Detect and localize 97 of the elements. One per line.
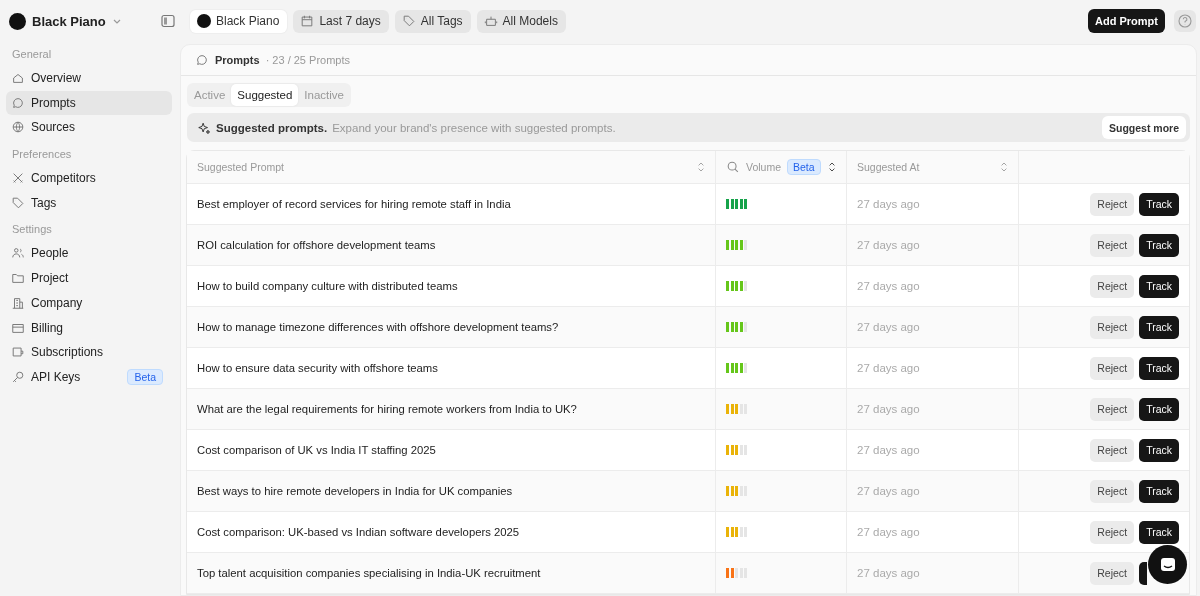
suggested-date: 27 days ago (857, 239, 920, 251)
reject-button[interactable]: Reject (1090, 315, 1135, 339)
track-button[interactable]: Track (1139, 397, 1179, 421)
track-button[interactable]: Track (1139, 479, 1179, 503)
filter-button[interactable]: Black Piano (190, 9, 288, 33)
volume-meter (726, 240, 749, 250)
prompt-text: How to build company culture with distributed teams (197, 280, 458, 292)
track-button[interactable]: Track (1139, 520, 1179, 544)
section-title: Settings (11, 222, 53, 238)
reject-button[interactable]: Reject (1090, 561, 1134, 585)
sidebar-item[interactable]: Competitors (6, 166, 172, 191)
folder-icon (11, 271, 25, 286)
section-title: Preferences (11, 147, 73, 163)
section-title: General (11, 47, 53, 62)
volume-meter (726, 486, 749, 496)
volume-meter (726, 281, 749, 291)
sidebar-item[interactable]: Sources (6, 115, 172, 140)
reject-button[interactable]: Reject (1090, 479, 1135, 503)
prompt-text: How to manage timezone differences with offshore development teams? (197, 321, 559, 333)
reject-button[interactable]: Reject (1090, 397, 1135, 421)
logo-icon (197, 14, 211, 28)
volume-meter (726, 568, 749, 578)
page-title: Prompts (215, 54, 260, 67)
suggested-date: 27 days ago (857, 362, 920, 374)
reject-button[interactable]: Reject (1090, 438, 1135, 462)
sidebar-item[interactable]: People (6, 241, 172, 266)
sidebar-item[interactable]: Company (6, 290, 172, 315)
suggested-date: 27 days ago (857, 198, 920, 210)
prompt-text: Best employer of record services for hiring remote staff in India (197, 198, 511, 210)
banner-title: Suggested prompts. (216, 121, 328, 134)
volume-meter (726, 322, 749, 332)
sidebar-item[interactable]: Subscriptions (6, 340, 172, 365)
suggested-date: 27 days ago (857, 280, 920, 292)
sidebar-item[interactable]: Billing (6, 315, 172, 340)
suggested-date: 27 days ago (857, 321, 920, 333)
prompt-text: How to ensure data security with offshore teams (197, 362, 438, 374)
track-button[interactable]: Track (1139, 438, 1179, 462)
beta-badge: Beta (127, 368, 163, 385)
workspace-name[interactable]: Black Piano (32, 13, 106, 29)
sidebar-item[interactable]: Overview (6, 66, 172, 90)
reject-button[interactable]: Reject (1090, 356, 1135, 380)
building-icon (11, 295, 25, 310)
track-button[interactable]: Track (1139, 233, 1179, 257)
reject-button[interactable]: Reject (1090, 192, 1135, 216)
track-button[interactable]: Track (1139, 315, 1179, 339)
suggest-more-button[interactable]: Suggest more (1102, 116, 1186, 140)
chat-icon (195, 53, 209, 68)
wallet-icon (11, 345, 25, 360)
prompt-text: Cost comparison of UK vs India IT staffing 2025 (197, 444, 436, 456)
sidebar-item[interactable]: Prompts (6, 90, 172, 115)
suggested-date: 27 days ago (857, 444, 920, 456)
suggested-date: 27 days ago (857, 526, 920, 538)
reject-button[interactable]: Reject (1090, 520, 1135, 544)
sidebar-toggle-icon[interactable] (160, 13, 176, 29)
beta-badge: Beta (787, 159, 821, 175)
filter-button[interactable]: All Tags (394, 9, 471, 33)
search-icon (726, 160, 740, 174)
robot-icon (483, 14, 498, 28)
sidebar-item[interactable]: Tags (6, 190, 172, 215)
volume-meter (726, 404, 749, 414)
track-button[interactable]: Track (1139, 356, 1179, 380)
prompt-count: · 23 / 25 Prompts (265, 54, 350, 67)
logo-icon (9, 12, 26, 30)
prompt-text: What are the legal requirements for hiring remote workers from India to UK? (197, 403, 577, 415)
volume-meter (726, 363, 749, 373)
home-icon (11, 71, 25, 85)
prompt-text: ROI calculation for offshore development teams (197, 239, 436, 251)
banner-text: Expand your brand's presence with suggested prompts. (332, 121, 616, 134)
reject-button[interactable]: Reject (1090, 233, 1135, 257)
sparkle-icon (197, 120, 211, 135)
prompt-text: Best ways to hire remote developers in India for UK companies (197, 485, 513, 497)
volume-meter (726, 445, 749, 455)
tag-icon (11, 195, 25, 210)
chat-icon (11, 95, 25, 110)
tab[interactable]: Suggested (231, 84, 299, 107)
track-button[interactable]: Track (1139, 192, 1179, 216)
filter-button[interactable]: All Models (476, 9, 566, 33)
suggested-date: 27 days ago (857, 403, 920, 415)
key-icon (11, 369, 25, 384)
calendar-icon (300, 14, 315, 28)
volume-meter (726, 199, 749, 209)
suggested-date: 27 days ago (857, 485, 920, 497)
add-prompt-button[interactable]: Add Prompt (1088, 9, 1165, 33)
reject-button[interactable]: Reject (1090, 274, 1135, 298)
sort-icon[interactable] (828, 161, 836, 173)
prompt-text: Top talent acquisition companies specialising in India-UK recruitment (197, 567, 541, 579)
tag-icon (401, 14, 416, 28)
globe-icon (11, 120, 25, 135)
prompt-text: Cost comparison: UK-based vs Indian software developers 2025 (197, 526, 520, 538)
sidebar-item[interactable]: API Keys Beta (6, 364, 172, 389)
volume-meter (726, 527, 749, 537)
track-button[interactable] (1139, 561, 1147, 585)
filter-button[interactable]: Last 7 days (293, 9, 389, 33)
help-button[interactable] (1174, 10, 1196, 32)
sidebar-item[interactable]: Project (6, 266, 172, 291)
track-button[interactable]: Track (1139, 274, 1179, 298)
suggested-date: 27 days ago (857, 567, 920, 579)
